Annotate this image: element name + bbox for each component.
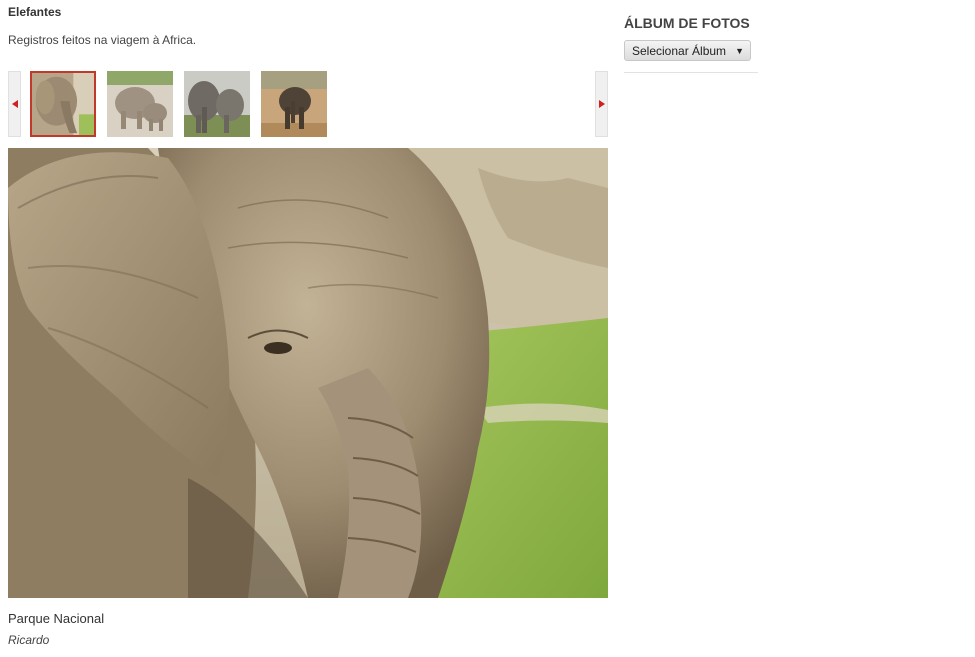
- sidebar-title: ÁLBUM DE FOTOS: [624, 15, 750, 31]
- album-description: Registros feitos na viagem à Africa.: [8, 33, 197, 47]
- thumbnail-strip: [8, 71, 608, 137]
- thumbnail-2[interactable]: [107, 71, 173, 137]
- previous-button[interactable]: [8, 71, 21, 137]
- chevron-down-icon: ▼: [735, 45, 744, 56]
- sidebar-divider: [624, 72, 758, 73]
- next-button[interactable]: [595, 71, 608, 137]
- album-title: Elefantes: [8, 5, 62, 19]
- thumbnail-4[interactable]: [261, 71, 327, 137]
- photo-caption: Parque Nacional: [8, 611, 105, 626]
- thumbnail-image: [32, 73, 94, 135]
- sidebar: ÁLBUM DE FOTOS Selecionar Álbum ▼: [624, 15, 758, 73]
- album-select-dropdown[interactable]: Selecionar Álbum ▼: [624, 40, 751, 61]
- thumbnail-image: [261, 71, 327, 137]
- thumbnail-3[interactable]: [184, 71, 250, 137]
- arrow-left-icon: [11, 100, 18, 108]
- thumbnail-1[interactable]: [30, 71, 96, 137]
- photo-author: Ricardo: [8, 633, 50, 647]
- elephant-photo: [8, 148, 608, 598]
- thumbnail-image: [184, 71, 250, 137]
- thumbnail-image: [107, 71, 173, 137]
- main-photo: [8, 148, 608, 598]
- arrow-right-icon: [598, 100, 605, 108]
- album-select-label: Selecionar Álbum: [632, 43, 727, 58]
